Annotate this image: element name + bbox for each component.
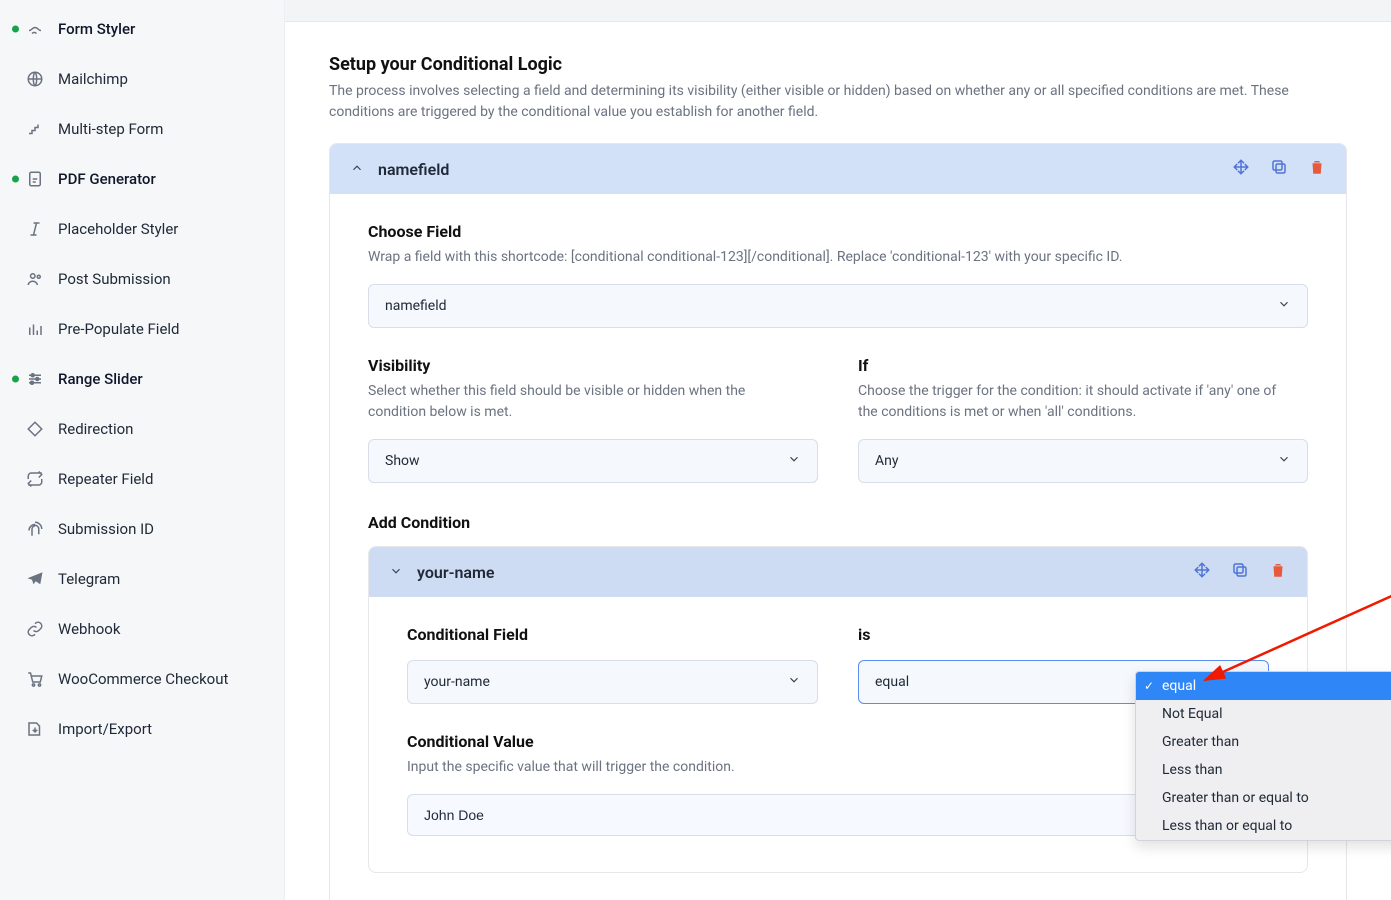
if-value: Any — [875, 453, 899, 469]
import-icon — [26, 720, 44, 738]
choose-field-value: namefield — [385, 298, 447, 314]
visibility-label: Visibility — [368, 356, 818, 375]
chevron-down-icon — [389, 563, 403, 582]
telegram-icon — [26, 570, 44, 588]
sidebar-item-post-submission[interactable]: Post Submission — [0, 254, 284, 304]
chevron-up-icon — [350, 160, 364, 179]
sidebar-item-label: Form Styler — [58, 20, 135, 38]
visibility-select[interactable]: Show — [368, 439, 818, 483]
sidebar-item-label: Redirection — [58, 420, 133, 438]
is-dropdown[interactable]: equalNot EqualGreater thanLess thanGreat… — [1135, 671, 1391, 841]
choose-field-label: Choose Field — [368, 222, 1308, 241]
sidebar-item-label: Pre-Populate Field — [58, 320, 180, 338]
top-bar — [285, 0, 1391, 22]
add-condition-label: Add Condition — [368, 513, 1308, 532]
page-description: The process involves selecting a field a… — [329, 81, 1347, 123]
italic-icon — [26, 220, 44, 238]
panel-header[interactable]: namefield — [330, 144, 1346, 194]
sidebar-item-telegram[interactable]: Telegram — [0, 554, 284, 604]
is-value: equal — [875, 674, 909, 690]
sidebar-item-webhook[interactable]: Webhook — [0, 604, 284, 654]
fingerprint-icon — [26, 520, 44, 538]
brush-icon — [26, 20, 44, 38]
is-option[interactable]: Less than — [1136, 756, 1391, 784]
visibility-help: Select whether this field should be visi… — [368, 381, 788, 423]
sidebar-item-label: Import/Export — [58, 720, 152, 738]
main-area: Setup your Conditional Logic The process… — [285, 0, 1391, 900]
sidebar-item-form-styler[interactable]: Form Styler — [0, 4, 284, 54]
sidebar: Form Styler Mailchimp Multi-step Form PD… — [0, 0, 285, 900]
is-option[interactable]: Greater than or equal to — [1136, 784, 1391, 812]
sidebar-item-mailchimp[interactable]: Mailchimp — [0, 54, 284, 104]
diamond-icon — [26, 420, 44, 438]
sidebar-item-pdf[interactable]: PDF Generator — [0, 154, 284, 204]
cart-icon — [26, 670, 44, 688]
conditional-field-label: Conditional Field — [407, 625, 818, 644]
condition-title: your-name — [417, 563, 494, 582]
sidebar-item-range-slider[interactable]: Range Slider — [0, 354, 284, 404]
sidebar-item-label: Webhook — [58, 620, 120, 638]
choose-field-select[interactable]: namefield — [368, 284, 1308, 328]
is-option[interactable]: Greater than — [1136, 728, 1391, 756]
chevron-down-icon — [1277, 297, 1291, 315]
sidebar-item-label: Mailchimp — [58, 70, 128, 88]
copy-icon[interactable] — [1231, 561, 1249, 583]
sidebar-item-redirection[interactable]: Redirection — [0, 404, 284, 454]
is-label: is — [858, 625, 1269, 644]
if-help: Choose the trigger for the condition: it… — [858, 381, 1278, 423]
sidebar-item-label: Telegram — [58, 570, 120, 588]
trash-icon[interactable] — [1269, 561, 1287, 583]
conditional-field-value: your-name — [424, 674, 490, 690]
is-option[interactable]: Less than or equal to — [1136, 812, 1391, 840]
visibility-value: Show — [385, 453, 420, 469]
sidebar-item-label: Post Submission — [58, 270, 171, 288]
if-label: If — [858, 356, 1308, 375]
globe-icon — [26, 70, 44, 88]
sidebar-item-woo[interactable]: WooCommerce Checkout — [0, 654, 284, 704]
chevron-down-icon — [1277, 452, 1291, 470]
trash-icon[interactable] — [1308, 158, 1326, 180]
panel-title: namefield — [378, 160, 449, 179]
move-icon[interactable] — [1193, 561, 1211, 583]
sliders-icon — [26, 370, 44, 388]
sidebar-item-repeater[interactable]: Repeater Field — [0, 454, 284, 504]
sidebar-item-label: Placeholder Styler — [58, 220, 178, 238]
copy-icon[interactable] — [1270, 158, 1288, 180]
chevron-down-icon — [787, 673, 801, 691]
sidebar-item-import-export[interactable]: Import/Export — [0, 704, 284, 754]
users-icon — [26, 270, 44, 288]
sidebar-item-submission-id[interactable]: Submission ID — [0, 504, 284, 554]
condition-header[interactable]: your-name — [369, 547, 1307, 597]
sidebar-item-multistep[interactable]: Multi-step Form — [0, 104, 284, 154]
is-option[interactable]: Not Equal — [1136, 700, 1391, 728]
choose-field-help: Wrap a field with this shortcode: [condi… — [368, 247, 1148, 268]
sidebar-item-label: Range Slider — [58, 370, 143, 388]
sidebar-item-placeholder[interactable]: Placeholder Styler — [0, 204, 284, 254]
page-title: Setup your Conditional Logic — [329, 54, 1347, 75]
link-icon — [26, 620, 44, 638]
repeat-icon — [26, 470, 44, 488]
conditional-field-select[interactable]: your-name — [407, 660, 818, 704]
if-select[interactable]: Any — [858, 439, 1308, 483]
sidebar-item-label: Repeater Field — [58, 470, 153, 488]
sidebar-item-label: WooCommerce Checkout — [58, 670, 228, 688]
sidebar-item-label: PDF Generator — [58, 170, 156, 188]
pdf-icon — [26, 170, 44, 188]
sidebar-item-label: Submission ID — [58, 520, 154, 538]
chevron-down-icon — [787, 452, 801, 470]
is-option[interactable]: equal — [1136, 672, 1391, 700]
move-icon[interactable] — [1232, 158, 1250, 180]
sidebar-item-prepopulate[interactable]: Pre-Populate Field — [0, 304, 284, 354]
sidebar-item-label: Multi-step Form — [58, 120, 163, 138]
steps-icon — [26, 120, 44, 138]
bars-icon — [26, 320, 44, 338]
